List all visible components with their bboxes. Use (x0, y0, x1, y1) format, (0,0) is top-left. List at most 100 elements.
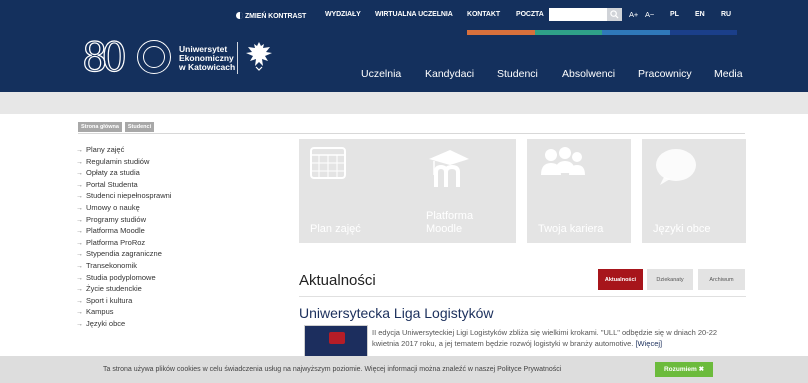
sidebar-item-label: Opłaty za studia (86, 168, 140, 178)
arrow-icon: → (76, 170, 83, 178)
cookie-message: Ta strona używa plików cookies w celu św… (103, 366, 562, 373)
arrow-icon: → (76, 204, 83, 212)
breadcrumb-divider (78, 133, 745, 134)
sidebar-item-umowy[interactable]: → Umowy o naukę (76, 202, 276, 214)
sidebar-item-label: Platforma Moodle (86, 226, 145, 236)
search-input[interactable] (549, 8, 607, 21)
tab-dziekanaty[interactable]: Dziekanaty (647, 269, 693, 290)
sidebar-item-label: Życie studenckie (86, 284, 142, 294)
article-more-link[interactable]: [Więcej] (635, 339, 662, 348)
arrow-icon: → (76, 228, 83, 236)
stripe-blue (602, 30, 670, 35)
sidebar-item-kampus[interactable]: → Kampus (76, 306, 276, 318)
sidebar-menu: → Plany zajęć → Regulamin studiów → Opłaty … (76, 144, 276, 330)
color-stripes (467, 30, 737, 35)
tab-archiwum[interactable]: Archiwum (698, 269, 745, 290)
article-excerpt: II edycja Uniwersyteckiej Ligi Logistykó… (372, 327, 746, 349)
contrast-toggle[interactable]: ZMIEŃ KONTRAST (236, 11, 306, 20)
nav-absolwenci[interactable]: Absolwenci (562, 68, 615, 80)
arrow-icon: → (76, 286, 83, 294)
arrow-icon: → (76, 251, 83, 259)
sidebar-item-jezyki[interactable]: → Języki obce (76, 318, 276, 330)
search-button[interactable] (607, 8, 622, 21)
news-heading: Aktualności (299, 272, 376, 289)
top-utility-bar: ZMIEŃ KONTRAST WYDZIAŁY WIRTUALNA UCZELN… (0, 0, 808, 30)
tile-platforma-moodle[interactable]: Platforma Moodle (415, 139, 516, 243)
arrow-icon: → (76, 262, 83, 270)
breadcrumb: Strona główna Studenci (78, 122, 155, 132)
topbar-link-poczta[interactable]: POCZTA (516, 11, 544, 18)
arrow-icon: → (76, 158, 83, 166)
university-name[interactable]: Uniwersytet Ekonomiczny w Katowicach (179, 45, 235, 72)
arrow-icon: → (76, 274, 83, 282)
page: ZMIEŃ KONTRAST WYDZIAŁY WIRTUALNA UCZELN… (0, 0, 808, 383)
sidebar-item-label: Studenci niepełnosprawni (86, 191, 172, 201)
sidebar-item-programy[interactable]: → Programy studiów (76, 214, 276, 226)
sidebar-item-proroz[interactable]: → Platforma ProRoz (76, 237, 276, 249)
sidebar-item-plany-zajec[interactable]: → Plany zajęć (76, 144, 276, 156)
sidebar-item-sport[interactable]: → Sport i kultura (76, 295, 276, 307)
font-increase-button[interactable]: A+ (629, 10, 638, 19)
contrast-label: ZMIEŃ KONTRAST (245, 13, 307, 20)
header-spacer-band (0, 92, 808, 114)
arrow-icon: → (76, 320, 83, 328)
sidebar-item-oplaty[interactable]: → Opłaty za studia (76, 167, 276, 179)
nav-uczelnia[interactable]: Uczelnia (361, 68, 401, 80)
breadcrumb-home[interactable]: Strona główna (78, 122, 122, 132)
nav-studenci[interactable]: Studenci (497, 68, 538, 80)
topbar-link-kontakt[interactable]: KONTAKT (467, 11, 500, 18)
sidebar-item-stypendia[interactable]: → Stypendia zagraniczne (76, 248, 276, 260)
lang-pl-link[interactable]: PL (670, 11, 679, 18)
arrow-icon: → (76, 309, 83, 317)
sidebar-item-label: Stypendia zagraniczne (86, 249, 162, 259)
sidebar-item-label: Studia podyplomowe (86, 272, 156, 282)
sidebar-item-label: Kampus (86, 307, 114, 317)
tile-label: Plan zajęć (310, 223, 361, 235)
calendar-icon (310, 147, 346, 179)
tile-twoja-kariera[interactable]: Twoja kariera (527, 139, 631, 243)
uni-name-line3: w Katowicach (179, 62, 236, 72)
tile-jezyki-obce[interactable]: Języki obce (642, 139, 746, 243)
sidebar-item-zycie[interactable]: → Życie studenckie (76, 283, 276, 295)
sidebar-item-portal[interactable]: → Portal Studenta (76, 179, 276, 191)
article-thumbnail[interactable] (304, 325, 368, 359)
arrow-icon: → (76, 193, 83, 201)
nav-kandydaci[interactable]: Kandydaci (425, 68, 474, 80)
sidebar-item-label: Programy studiów (86, 214, 147, 224)
nav-media[interactable]: Media (714, 68, 743, 80)
arrow-icon: → (76, 239, 83, 247)
lang-en-link[interactable]: EN (695, 11, 705, 18)
breadcrumb-studenci[interactable]: Studenci (124, 122, 155, 132)
speech-bubble-icon (656, 149, 696, 185)
topbar-link-wirtualna-uczelnia[interactable]: WIRTUALNA UCZELNIA (375, 11, 453, 18)
article-title[interactable]: Uniwersytecka Liga Logistyków (299, 305, 494, 321)
university-seal-icon[interactable] (137, 40, 171, 74)
lang-ru-link[interactable]: RU (721, 11, 731, 18)
sidebar-item-podyplomowe[interactable]: → Studia podyplomowe (76, 272, 276, 284)
arrow-icon: → (76, 216, 83, 224)
news-divider (299, 296, 746, 297)
sidebar-item-label: Portal Studenta (86, 179, 138, 189)
sidebar-item-niepelnosprawni[interactable]: → Studenci niepełnosprawni (76, 190, 276, 202)
contrast-icon (236, 12, 243, 19)
sidebar-item-moodle[interactable]: → Platforma Moodle (76, 225, 276, 237)
stripe-navy (669, 30, 737, 35)
sidebar-item-regulamin[interactable]: → Regulamin studiów (76, 156, 276, 168)
sidebar-item-label: Transekonomik (86, 260, 137, 270)
sidebar-item-label: Platforma ProRoz (86, 237, 146, 247)
stripe-orange (467, 30, 535, 35)
arrow-icon: → (76, 181, 83, 189)
tile-plan-zajec[interactable]: Plan zajęć (299, 139, 415, 243)
topbar-link-wydzialy[interactable]: WYDZIAŁY (325, 11, 361, 18)
nav-pracownicy[interactable]: Pracownicy (638, 68, 692, 80)
anniversary-logo[interactable]: 80 (81, 37, 127, 78)
thumbnail-logo-icon (329, 332, 345, 344)
cookie-accept-button[interactable]: Rozumiem ✖ (655, 362, 713, 377)
font-decrease-button[interactable]: A− (645, 10, 654, 19)
sidebar-item-label: Języki obce (86, 318, 126, 328)
sidebar-item-transekonomik[interactable]: → Transekonomik (76, 260, 276, 272)
tab-aktualnosci[interactable]: Aktualności (598, 269, 643, 290)
arrow-icon: → (76, 297, 83, 305)
tile-label: Twoja kariera (538, 223, 604, 235)
sidebar-item-label: Sport i kultura (86, 295, 133, 305)
